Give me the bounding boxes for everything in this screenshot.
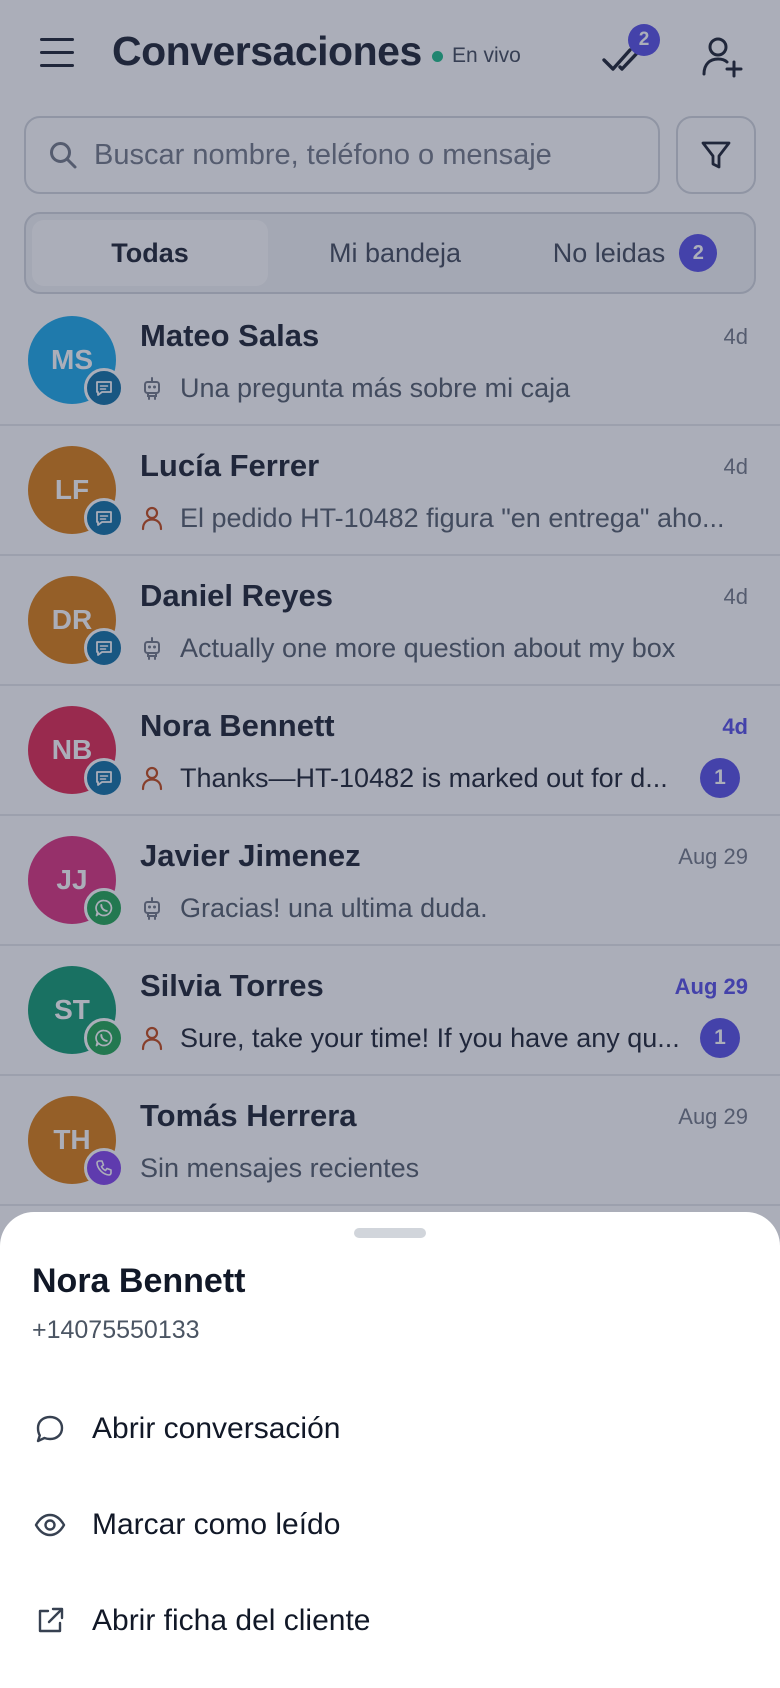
open-conversation-button[interactable]: Abrir conversación: [0, 1384, 780, 1474]
action-sheet: Nora Bennett +14075550133 Abrir conversa…: [0, 1212, 780, 1688]
mark-read-button[interactable]: Marcar como leído: [0, 1480, 780, 1570]
action-label: Abrir ficha del cliente: [92, 1604, 371, 1637]
action-label: Abrir conversación: [92, 1412, 341, 1445]
open-customer-profile-button[interactable]: Abrir ficha del cliente: [0, 1576, 780, 1666]
chat-bubble-icon: [36, 1415, 64, 1443]
drag-handle[interactable]: [354, 1228, 426, 1238]
eye-icon: [34, 1513, 66, 1537]
action-label: Marcar como leído: [92, 1508, 341, 1541]
external-link-icon: [38, 1607, 64, 1633]
contact-phone: +14075550133: [32, 1316, 200, 1344]
contact-name: Nora Bennett: [32, 1262, 246, 1300]
app: Conversaciones En vivo 2 Buscar nombre, …: [0, 0, 780, 1688]
